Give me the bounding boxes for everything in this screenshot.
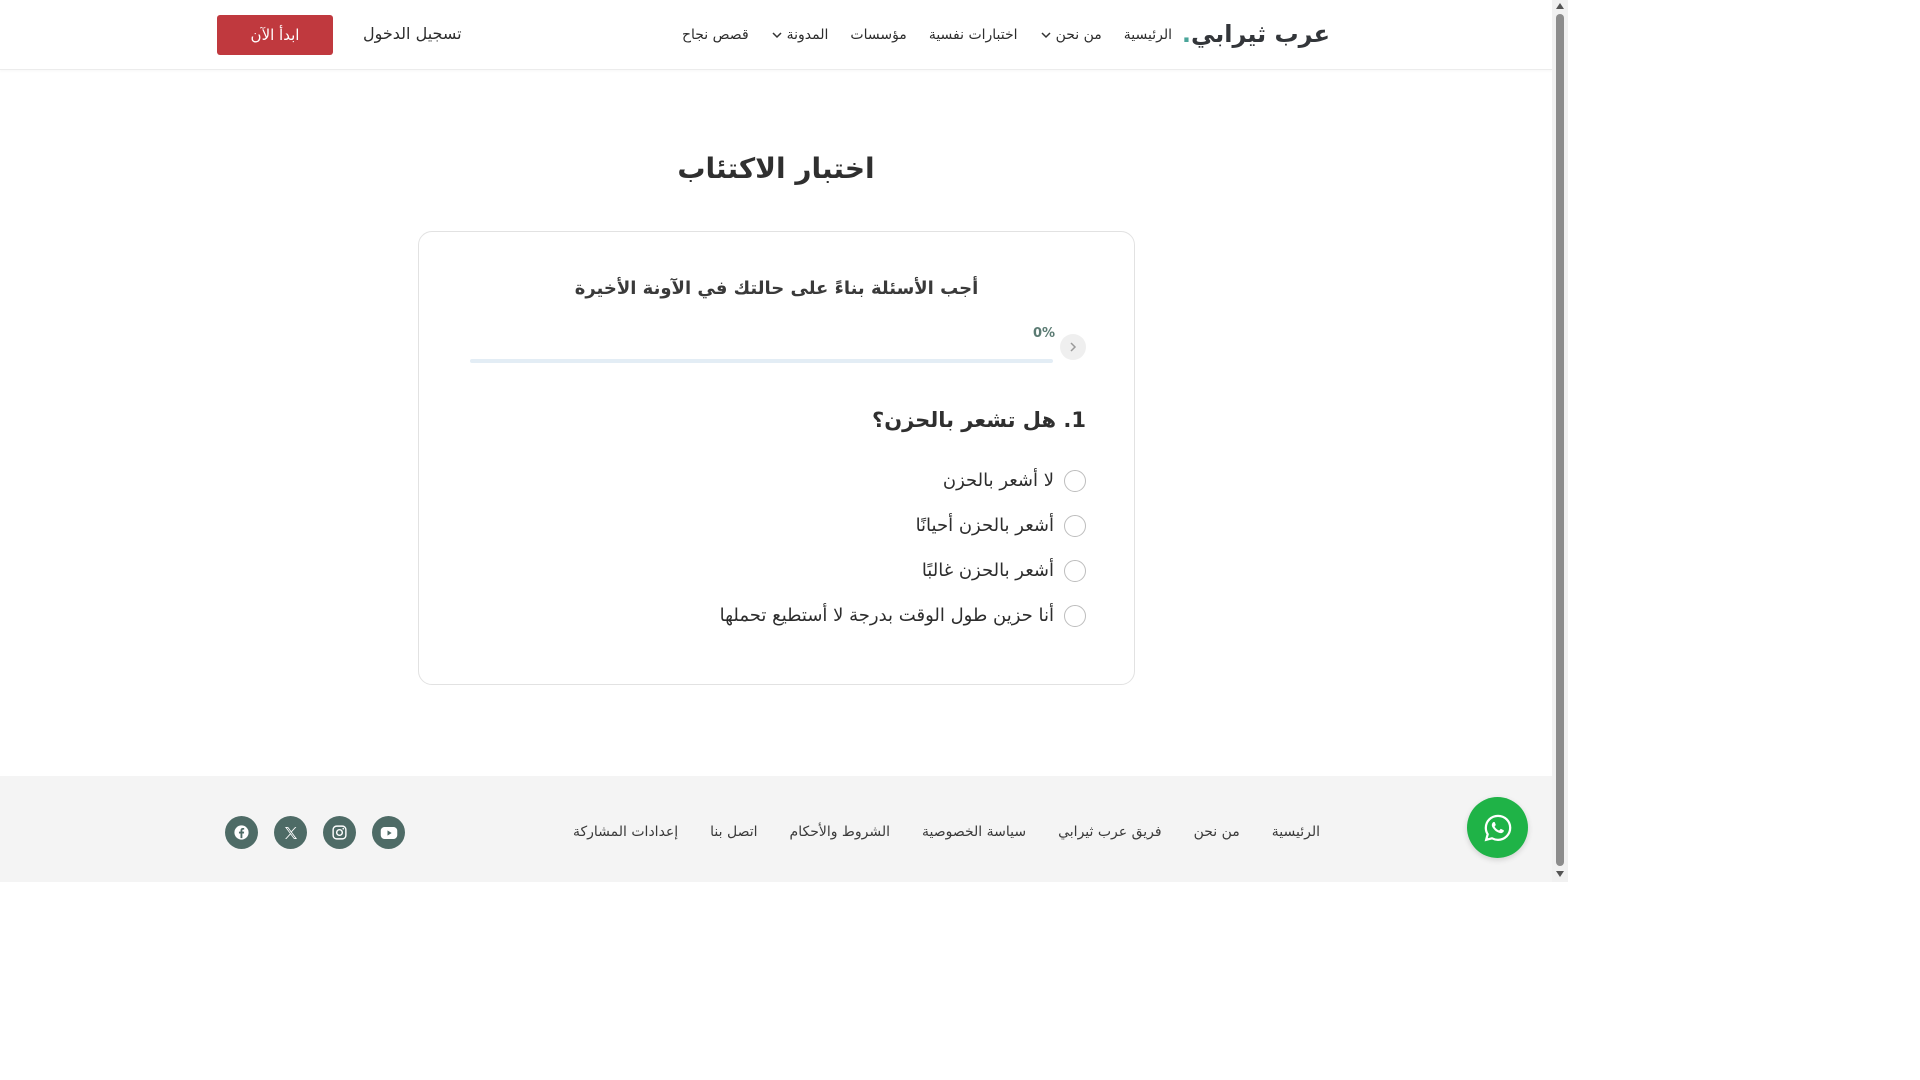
footer-link-home[interactable]: الرئيسية (1272, 824, 1320, 840)
x-icon[interactable] (274, 816, 307, 849)
page-title: اختبار الاكتئاب (677, 152, 875, 185)
radio-button[interactable] (1064, 514, 1086, 537)
nav-item-label: من نحن (1055, 27, 1102, 43)
footer-link-privacy[interactable]: سياسة الخصوصية (922, 824, 1026, 840)
answer-option-label: أشعر بالحزن أحيانًا (915, 515, 1054, 536)
quiz-instructions: أجب الأسئلة بناءً على حالتك في الآونة ال… (574, 278, 979, 299)
nav-item-about[interactable]: من نحن (1040, 27, 1102, 43)
answer-option-label: أشعر بالحزن غالبًا (921, 560, 1054, 581)
nav-item-label: اختبارات نفسية (928, 27, 1018, 43)
whatsapp-icon (1484, 814, 1511, 841)
footer-link-terms[interactable]: الشروط والأحكام (790, 824, 890, 840)
answer-options: لا أشعر بالحزن أشعر بالحزن أحيانًا أشعر … (720, 458, 1086, 638)
chevron-right-icon (1070, 342, 1077, 352)
footer-link-sharing-settings[interactable]: إعدادات المشاركة (573, 824, 678, 840)
nav-item-blog[interactable]: المدونة (771, 27, 829, 43)
answer-option[interactable]: أنا حزين طول الوقت بدرجة لا أستطيع تحمله… (720, 593, 1086, 638)
answer-option-label: لا أشعر بالحزن (942, 470, 1054, 491)
nav-item-label: قصص نجاح (681, 27, 749, 43)
radio-button[interactable] (1064, 559, 1086, 582)
answer-option-label: أنا حزين طول الوقت بدرجة لا أستطيع تحمله… (719, 605, 1054, 626)
chevron-down-icon (1041, 32, 1051, 39)
progress-percent: 0% (1033, 326, 1056, 341)
scrollbar-thumb[interactable] (1556, 14, 1564, 866)
footer-link-team[interactable]: فريق عرب ثيرابي (1058, 824, 1161, 840)
login-link[interactable]: تسجيل الدخول (363, 24, 462, 43)
social-links (225, 816, 405, 849)
site-logo[interactable]: عرب ثيرابي . (1182, 14, 1338, 54)
page-scrollbar[interactable] (1552, 0, 1568, 882)
instagram-icon[interactable] (323, 816, 356, 849)
radio-button[interactable] (1064, 604, 1086, 627)
site-header: عرب ثيرابي . الرئيسية من نحن اختبارات نف… (0, 0, 1552, 70)
scroll-down-arrow-icon[interactable] (1556, 871, 1564, 877)
chevron-down-icon (772, 32, 782, 39)
nav-item-label: المدونة (786, 27, 829, 43)
answer-option[interactable]: أشعر بالحزن أحيانًا (720, 503, 1086, 548)
facebook-icon[interactable] (225, 816, 258, 849)
footer-links: الرئيسية من نحن فريق عرب ثيرابي سياسة ال… (573, 824, 1320, 840)
quiz-card: أجب الأسئلة بناءً على حالتك في الآونة ال… (418, 231, 1135, 685)
footer-link-about[interactable]: من نحن (1194, 824, 1240, 840)
nav-item-institutions[interactable]: مؤسسات (850, 27, 906, 43)
nav-item-home[interactable]: الرئيسية (1124, 27, 1172, 43)
answer-option[interactable]: لا أشعر بالحزن (720, 458, 1086, 503)
logo-dot: . (1181, 20, 1191, 48)
site-footer: الرئيسية من نحن فريق عرب ثيرابي سياسة ال… (0, 776, 1552, 882)
youtube-icon[interactable] (372, 816, 405, 849)
answer-option[interactable]: أشعر بالحزن غالبًا (720, 548, 1086, 593)
nav-item-tests[interactable]: اختبارات نفسية (929, 27, 1018, 43)
previous-question-button[interactable] (1060, 334, 1086, 360)
question-text: 1. هل تشعر بالحزن؟ (872, 408, 1086, 432)
footer-link-contact[interactable]: اتصل بنا (710, 824, 757, 840)
whatsapp-chat-button[interactable] (1467, 797, 1528, 858)
progress-bar (470, 359, 1053, 363)
nav-item-label: الرئيسية (1123, 27, 1172, 43)
start-now-button[interactable]: ابدأ الآن (217, 15, 333, 55)
nav-item-success-stories[interactable]: قصص نجاح (682, 27, 749, 43)
radio-button[interactable] (1064, 469, 1086, 492)
main-nav: الرئيسية من نحن اختبارات نفسية مؤسسات ال… (682, 22, 1172, 48)
scroll-up-arrow-icon[interactable] (1556, 3, 1564, 9)
nav-item-label: مؤسسات (850, 27, 907, 43)
logo-text: عرب ثيرابي (1190, 20, 1330, 48)
